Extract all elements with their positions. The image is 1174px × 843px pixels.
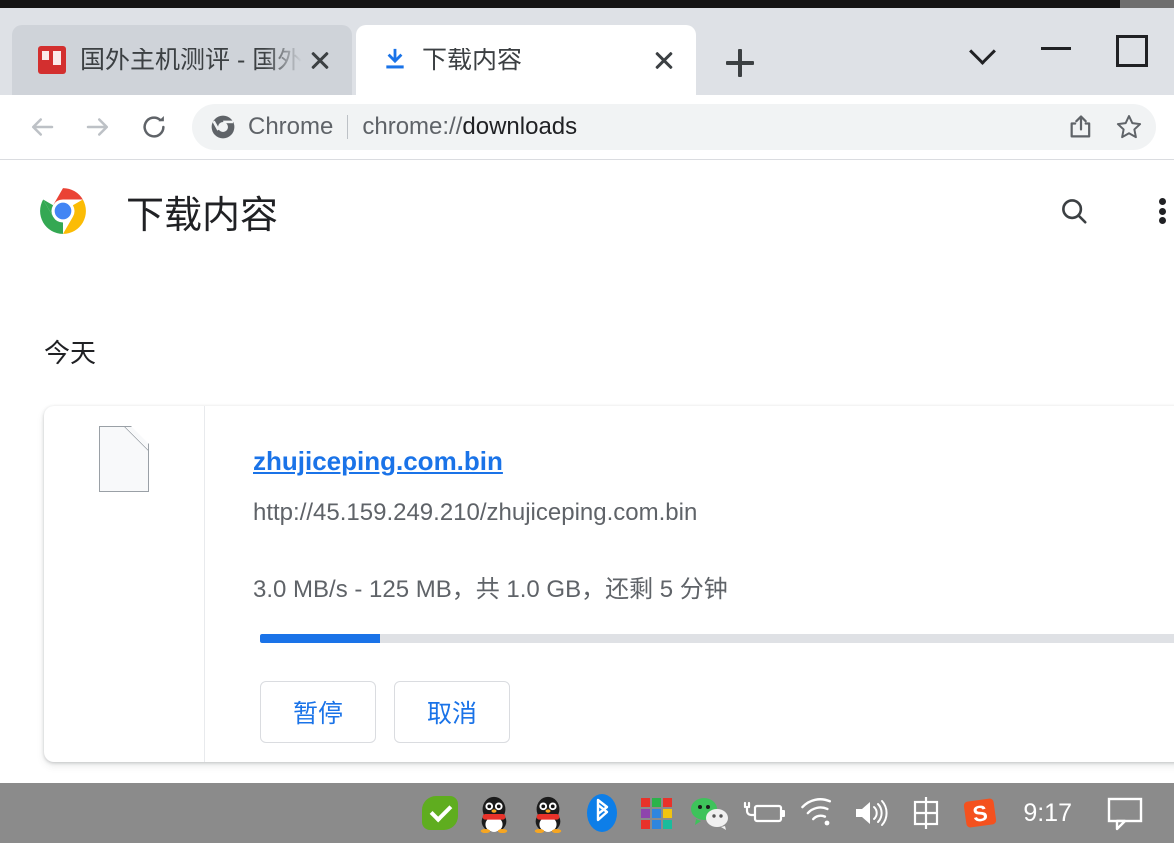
ime-chinese-icon[interactable] [903,790,949,836]
download-actions: 暂停 取消 [260,681,1174,743]
new-tab-button[interactable] [718,41,762,85]
qq-penguin-icon[interactable] [471,790,517,836]
pause-button[interactable]: 暂停 [260,681,376,743]
security-check-icon[interactable] [417,790,463,836]
download-icon-column [44,406,205,762]
chrome-shield-icon [210,114,236,140]
window-top-edge [0,0,1174,8]
volume-icon[interactable] [849,790,895,836]
wifi-icon[interactable] [795,790,841,836]
download-status-text: 3.0 MB/s - 125 MB，共 1.0 GB，还剩 5 分钟 [253,576,728,603]
maximize-button[interactable] [1092,21,1164,75]
chrome-logo [38,186,88,236]
downloads-header: 下载内容 [0,161,1174,261]
cancel-button[interactable]: 取消 [394,681,510,743]
browser-window: 国外主机测评 - 国外 下载内容 Chrome chrome://downloa… [0,0,1174,843]
tab-title: 国外主机测评 - 国外 [80,47,302,73]
star-icon[interactable] [1108,106,1150,148]
search-icon[interactable] [1050,187,1098,235]
omnibox-scheme-label: Chrome [248,113,334,140]
omnibox-url: chrome://downloads [362,113,1060,141]
bluetooth-icon[interactable] [579,790,625,836]
tab-close-button[interactable] [302,42,338,78]
download-source-url: http://45.159.249.210/zhujiceping.com.bi… [253,499,698,526]
address-bar[interactable]: Chrome chrome://downloads [192,104,1156,150]
tab-downloads[interactable]: 下载内容 [356,25,696,95]
taskbar: S 9:17 [0,783,1174,843]
reload-icon[interactable] [126,99,182,155]
kebab-dots [1159,198,1166,224]
share-icon[interactable] [1060,106,1102,148]
chevron-down-icon[interactable] [948,21,1020,75]
tab-strip: 国外主机测评 - 国外 下载内容 [0,8,1174,95]
back-arrow-icon[interactable] [14,99,70,155]
qq-penguin-icon-2[interactable] [525,790,571,836]
kebab-menu-icon[interactable] [1140,187,1174,235]
generic-file-icon [99,426,149,492]
download-progress-bar [260,634,1174,643]
forward-arrow-icon[interactable] [70,99,126,155]
download-progress-fill [260,634,380,643]
download-filename-link[interactable]: zhujiceping.com.bin [253,446,503,477]
download-details: zhujiceping.com.bin http://45.159.249.21… [205,406,1174,762]
wechat-icon[interactable] [687,790,733,836]
tab-close-button[interactable] [646,42,682,78]
color-grid-icon[interactable] [633,790,679,836]
taskbar-clock[interactable]: 9:17 [1023,799,1072,828]
minimize-button[interactable] [1020,21,1092,75]
window-top-edge-right [1120,0,1174,8]
download-icon [382,47,408,73]
omnibox-divider [347,115,349,139]
battery-charging-icon[interactable] [741,790,787,836]
page-title: 下载内容 [126,194,279,237]
tab-title: 下载内容 [422,47,523,73]
notification-bubble-icon[interactable] [1102,790,1148,836]
window-controls [948,16,1164,80]
download-item-card: zhujiceping.com.bin http://45.159.249.21… [44,406,1174,762]
browser-toolbar: Chrome chrome://downloads [0,95,1174,160]
downloads-page: zhujiceping.com 下载内容 [0,161,1174,783]
site-favicon-red [38,46,66,74]
url-prefix: chrome:// [362,113,463,140]
url-main: downloads [462,113,578,140]
section-heading-today: 今天 [44,338,97,368]
sogou-icon[interactable]: S [957,790,1003,836]
tab-site[interactable]: 国外主机测评 - 国外 [12,25,352,95]
